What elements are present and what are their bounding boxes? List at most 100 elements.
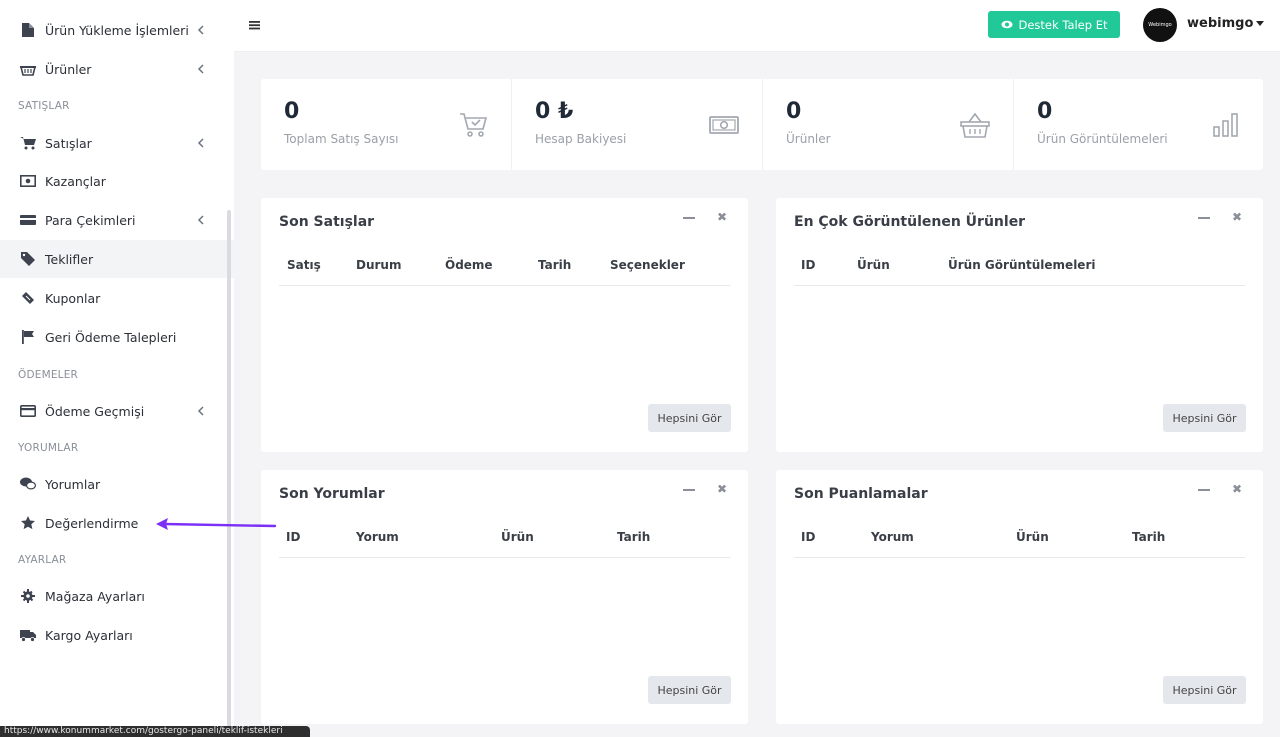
card-title: Son Puanlamalar [794, 486, 928, 502]
sidebar-item-label: Ürünler [45, 61, 92, 77]
sidebar-item-store-settings[interactable]: Mağaza Ayarları [0, 577, 234, 615]
bar-chart-icon [1213, 113, 1238, 137]
column-header: Yorum [871, 530, 914, 544]
card-title: Son Yorumlar [279, 486, 385, 502]
stat-product-views: 0 Ürün Görüntülemeleri [1013, 79, 1263, 170]
support-request-label: Destek Talep Et [1018, 17, 1108, 32]
annotation-arrow [156, 518, 277, 530]
sidebar-item-payment-history[interactable]: Ödeme Geçmişi [0, 392, 234, 430]
recent-ratings-card: Son Puanlamalar ✖ ID Yorum Ürün Tarih He… [776, 470, 1263, 724]
stat-label: Ürünler [786, 132, 831, 146]
credit-card-icon [20, 403, 36, 419]
minimize-icon[interactable] [683, 217, 695, 219]
sidebar-item-product-upload[interactable]: Ürün Yükleme İşlemleri [0, 11, 234, 49]
minimize-icon[interactable] [1198, 489, 1210, 491]
sidebar-item-label: Yorumlar [45, 476, 101, 492]
column-header: Ürün [1016, 530, 1049, 544]
column-header: Ürün [857, 258, 890, 272]
stat-total-sales: 0 Toplam Satış Sayısı [261, 79, 511, 170]
caret-down-icon [1256, 21, 1265, 26]
sidebar-item-label: Satışlar [45, 135, 92, 151]
column-header: Satış [287, 258, 321, 272]
sidebar: Ürün Yükleme İşlemleri Ürünler SATIŞLAR … [0, 0, 234, 737]
close-icon[interactable]: ✖ [717, 210, 727, 224]
sidebar-item-coupons[interactable]: Kuponlar [0, 279, 234, 317]
sidebar-item-label: Kuponlar [45, 290, 101, 306]
column-header: Tarih [538, 258, 572, 272]
cart-icon [20, 135, 36, 151]
section-sales: SATIŞLAR [18, 100, 70, 112]
sidebar-item-earnings[interactable]: Kazançlar [0, 162, 234, 200]
money-icon [20, 173, 36, 189]
minimize-icon[interactable] [1198, 217, 1210, 219]
star-icon [20, 515, 36, 531]
sidebar-item-label: Geri Ödeme Talepleri [45, 329, 177, 345]
most-viewed-products-card: En Çok Görüntülenen Ürünler ✖ ID Ürün Ür… [776, 198, 1263, 452]
sidebar-item-label: Mağaza Ayarları [45, 588, 145, 604]
column-header: Seçenekler [610, 258, 685, 272]
support-request-button[interactable]: Destek Talep Et [988, 11, 1120, 38]
see-all-button[interactable]: Hepsini Gör [648, 404, 731, 432]
avatar-text: Webimgo [1148, 22, 1172, 28]
card-title: En Çok Görüntülenen Ürünler [794, 214, 1026, 230]
gear-icon [20, 588, 36, 604]
sidebar-item-sales[interactable]: Satışlar [0, 124, 234, 162]
basket-icon [960, 112, 990, 138]
table-header: ID Ürün Ürün Görüntülemeleri [794, 258, 1245, 286]
sidebar-item-products[interactable]: Ürünler [0, 50, 234, 88]
chevron-left-icon [197, 215, 204, 225]
close-icon[interactable]: ✖ [1232, 210, 1242, 224]
stat-value: 0 [786, 99, 802, 124]
column-header: Ürün Görüntülemeleri [948, 258, 1096, 272]
eye-icon [1000, 20, 1013, 29]
avatar[interactable]: Webimgo [1143, 8, 1177, 42]
section-payments: ÖDEMELER [18, 369, 79, 381]
stat-label: Hesap Bakiyesi [535, 132, 627, 146]
sidebar-item-refund-requests[interactable]: Geri Ödeme Talepleri [0, 318, 234, 356]
card-title: Son Satışlar [279, 214, 375, 230]
user-menu[interactable]: webimgo [1187, 16, 1265, 31]
see-all-button[interactable]: Hepsini Gör [1163, 404, 1246, 432]
sidebar-item-offers[interactable]: Teklifler [0, 240, 234, 278]
column-header: Tarih [617, 530, 651, 544]
comments-icon [20, 476, 36, 492]
username: webimgo [1187, 16, 1254, 31]
see-all-button[interactable]: Hepsini Gör [648, 676, 731, 704]
chevron-left-icon [197, 138, 204, 148]
flag-icon [20, 329, 36, 345]
chevron-left-icon [197, 406, 204, 416]
shopping-cart-check-icon [460, 113, 488, 137]
sidebar-item-label: Ödeme Geçmişi [45, 403, 145, 419]
truck-icon [20, 627, 36, 643]
tag-icon [20, 251, 36, 267]
sidebar-item-comments[interactable]: Yorumlar [0, 465, 234, 503]
sidebar-item-label: Değerlendirme [45, 515, 139, 531]
table-header: Satış Durum Ödeme Tarih Seçenekler [279, 258, 730, 286]
see-all-button[interactable]: Hepsini Gör [1163, 676, 1246, 704]
recent-reviews-card: Son Yorumlar ✖ ID Yorum Ürün Tarih Hepsi… [261, 470, 748, 724]
stat-balance: 0 ₺ Hesap Bakiyesi [511, 79, 761, 170]
hamburger-menu-icon[interactable] [248, 18, 262, 32]
section-reviews: YORUMLAR [18, 442, 79, 454]
basket-icon [20, 61, 36, 77]
table-header: ID Yorum Ürün Tarih [279, 530, 730, 558]
stat-label: Toplam Satış Sayısı [284, 132, 399, 146]
minimize-icon[interactable] [683, 489, 695, 491]
stat-label: Ürün Görüntülemeleri [1037, 132, 1168, 146]
chevron-left-icon [197, 64, 204, 74]
cash-icon [709, 116, 739, 134]
sidebar-scrollbar[interactable] [227, 210, 231, 737]
card-icon [20, 212, 36, 228]
column-header: ID [801, 258, 816, 272]
close-icon[interactable]: ✖ [717, 482, 727, 496]
stat-value: 0 [284, 99, 300, 124]
stat-value: 0 ₺ [535, 99, 574, 124]
sidebar-item-label: Para Çekimleri [45, 212, 136, 228]
recent-sales-card: Son Satışlar ✖ Satış Durum Ödeme Tarih S… [261, 198, 748, 452]
chevron-left-icon [197, 25, 204, 35]
sidebar-item-withdrawals[interactable]: Para Çekimleri [0, 201, 234, 239]
ticket-icon [20, 290, 36, 306]
close-icon[interactable]: ✖ [1232, 482, 1242, 496]
sidebar-item-shipping-settings[interactable]: Kargo Ayarları [0, 616, 234, 654]
column-header: ID [801, 530, 816, 544]
